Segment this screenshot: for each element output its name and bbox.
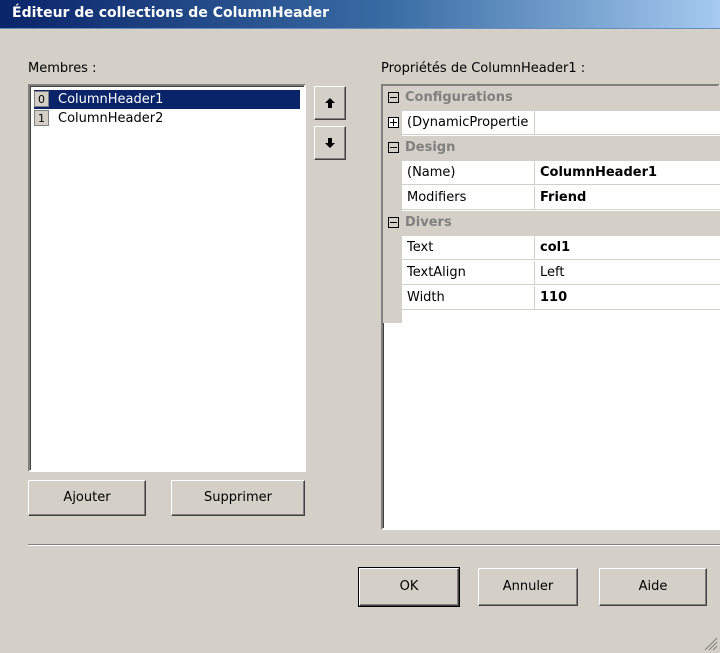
move-down-button[interactable]: [314, 126, 346, 160]
cancel-button[interactable]: Annuler: [478, 568, 578, 606]
collapse-icon[interactable]: [388, 92, 399, 103]
grid-margin: [383, 311, 402, 323]
property-grid[interactable]: Configurations (DynamicPropertie Design …: [381, 84, 720, 530]
resize-grip-icon[interactable]: [702, 635, 718, 651]
property-value[interactable]: ColumnHeader1: [535, 161, 720, 185]
property-name: (Name): [402, 161, 535, 185]
member-index: 0: [34, 91, 49, 107]
property-value[interactable]: 110: [535, 286, 720, 310]
property-name: Modifiers: [402, 186, 535, 210]
category-design[interactable]: Design: [383, 136, 720, 161]
ok-button[interactable]: OK: [358, 567, 460, 607]
member-index: 1: [34, 110, 49, 126]
member-name: ColumnHeader2: [58, 111, 164, 126]
collapse-icon[interactable]: [388, 217, 399, 228]
members-list[interactable]: 0 ColumnHeader1 1 ColumnHeader2: [28, 84, 306, 472]
property-value[interactable]: Left: [535, 261, 720, 285]
window-title: Éditeur de collections de ColumnHeader: [12, 5, 329, 21]
property-row-text[interactable]: Text col1: [383, 236, 720, 261]
property-value[interactable]: Friend: [535, 186, 720, 210]
list-item[interactable]: 0 ColumnHeader1: [34, 90, 300, 109]
add-button[interactable]: Ajouter: [28, 480, 146, 516]
property-row-width[interactable]: Width 110: [383, 286, 720, 311]
title-bar[interactable]: Éditeur de collections de ColumnHeader: [0, 0, 720, 29]
help-button[interactable]: Aide: [599, 568, 707, 606]
list-item[interactable]: 1 ColumnHeader2: [34, 109, 300, 128]
property-row-dynamic[interactable]: (DynamicPropertie: [383, 111, 720, 136]
property-name: (DynamicPropertie: [402, 111, 535, 135]
property-value[interactable]: col1: [535, 236, 720, 260]
arrow-down-icon: [325, 138, 335, 148]
property-row-name[interactable]: (Name) ColumnHeader1: [383, 161, 720, 186]
collapse-icon[interactable]: [388, 142, 399, 153]
expand-icon[interactable]: [388, 117, 399, 128]
separator: [28, 544, 720, 546]
category-label: Divers: [405, 215, 452, 230]
category-configurations[interactable]: Configurations: [383, 86, 720, 111]
property-value[interactable]: [535, 111, 720, 135]
category-divers[interactable]: Divers: [383, 211, 720, 236]
property-name: Text: [402, 236, 535, 260]
category-label: Design: [405, 140, 456, 155]
category-label: Configurations: [405, 90, 513, 105]
property-name: TextAlign: [402, 261, 535, 285]
move-up-button[interactable]: [314, 86, 346, 120]
remove-button[interactable]: Supprimer: [171, 480, 305, 516]
property-name: Width: [402, 286, 535, 310]
members-label: Membres :: [28, 61, 97, 76]
properties-label: Propriétés de ColumnHeader1 :: [381, 61, 586, 76]
property-row-modifiers[interactable]: Modifiers Friend: [383, 186, 720, 211]
arrow-up-icon: [325, 98, 335, 108]
property-row-textalign[interactable]: TextAlign Left: [383, 261, 720, 286]
member-name: ColumnHeader1: [58, 92, 164, 107]
